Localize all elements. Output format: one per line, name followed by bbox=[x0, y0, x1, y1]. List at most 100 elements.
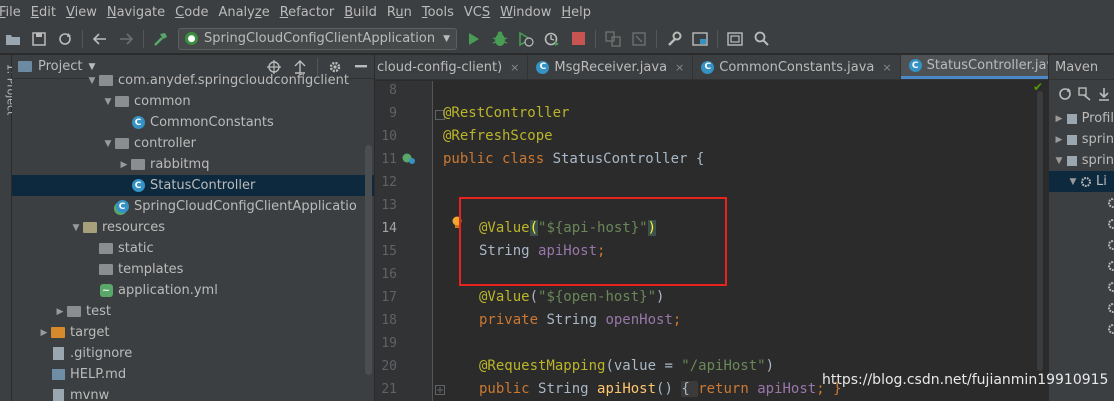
line-number: 9 bbox=[389, 106, 397, 121]
tree-item-icon-wrap bbox=[114, 95, 130, 109]
tree-item-icon-wrap: C bbox=[130, 116, 146, 130]
tree-item[interactable]: ▼ common bbox=[12, 91, 374, 112]
maven-tree-item[interactable] bbox=[1049, 255, 1114, 276]
editor-tab[interactable]: C CommonConstants.java × bbox=[693, 55, 901, 79]
project-panel: Project ▼ ▼ com.anydef.springcloudconfigc… bbox=[12, 55, 374, 401]
fold-icon[interactable] bbox=[435, 384, 445, 399]
tree-item[interactable]: ▼ resources bbox=[12, 217, 374, 238]
close-icon[interactable]: × bbox=[882, 61, 891, 74]
menu-analyze[interactable]: Analyze bbox=[213, 5, 274, 20]
attach-debugger-icon[interactable] bbox=[602, 28, 624, 50]
tree-item[interactable]: .gitignore bbox=[12, 343, 374, 364]
run-icon[interactable] bbox=[463, 28, 485, 50]
menu-vcs[interactable]: VCS bbox=[459, 5, 495, 20]
tree-item[interactable]: ▶ target bbox=[12, 322, 374, 343]
code-editor[interactable]: 8 9 10 11 12 13 14 15 16 17 18 19 20 21 @RestControll… bbox=[375, 81, 1047, 401]
tree-item[interactable]: C CommonConstants bbox=[12, 112, 374, 133]
editor-tab[interactable]: C MsgReceiver.java × bbox=[528, 55, 694, 79]
tree-item[interactable]: C SpringCloudConfigClientApplicatio bbox=[12, 196, 374, 217]
project-structure-icon[interactable] bbox=[689, 28, 711, 50]
tree-item-label: SpringCloudConfigClientApplicatio bbox=[134, 199, 357, 214]
chevron-right-icon[interactable]: ▶ bbox=[1053, 114, 1065, 124]
chevron-right-icon[interactable]: ▶ bbox=[118, 160, 130, 170]
save-icon[interactable] bbox=[28, 28, 50, 50]
editor-scrollbar[interactable] bbox=[1037, 89, 1043, 389]
chevron-down-icon[interactable]: ▼ bbox=[1067, 177, 1079, 187]
tree-item[interactable]: ▶ test bbox=[12, 301, 374, 322]
editor-tab[interactable]: cloud-config-client) × bbox=[375, 55, 529, 79]
build-hammer-icon[interactable] bbox=[150, 28, 172, 50]
wrench-icon[interactable] bbox=[663, 28, 685, 50]
run-configuration-select[interactable]: ● SpringCloudConfigClientApplication ▼ bbox=[178, 27, 457, 50]
sync-icon[interactable] bbox=[54, 28, 76, 50]
chevron-down-icon[interactable]: ▼ bbox=[102, 139, 114, 149]
menu-view[interactable]: View bbox=[61, 5, 102, 20]
chevron-right-icon[interactable]: ▶ bbox=[38, 328, 50, 338]
menu-file[interactable]: File bbox=[0, 5, 26, 20]
menu-tools[interactable]: Tools bbox=[417, 5, 459, 20]
chevron-down-icon[interactable]: ▼ bbox=[1053, 156, 1065, 166]
tree-item[interactable]: ▼ com.anydef.springcloudconfigclient bbox=[12, 70, 374, 91]
editor-scrollbar-thumb[interactable] bbox=[1037, 91, 1043, 371]
maven-tree-item[interactable]: ▼ Li bbox=[1049, 171, 1114, 192]
tree-item[interactable]: static bbox=[12, 238, 374, 259]
debug-icon[interactable] bbox=[489, 28, 511, 50]
close-icon[interactable]: × bbox=[675, 61, 684, 74]
menu-window[interactable]: Window bbox=[495, 5, 556, 20]
menu-edit[interactable]: Edit bbox=[26, 5, 61, 20]
menu-code[interactable]: Code bbox=[170, 5, 213, 20]
reload-icon[interactable] bbox=[1057, 83, 1073, 105]
toolbar-separator bbox=[656, 29, 657, 48]
run-with-coverage-icon[interactable] bbox=[515, 28, 537, 50]
coverage-icon[interactable] bbox=[628, 28, 650, 50]
stop-icon[interactable] bbox=[567, 28, 589, 50]
maven-panel-title[interactable]: Maven bbox=[1049, 55, 1114, 80]
maven-tree-item[interactable] bbox=[1049, 213, 1114, 234]
chevron-down-icon[interactable]: ▼ bbox=[86, 76, 98, 86]
maven-tree-item[interactable]: ▼ sprin bbox=[1049, 150, 1114, 171]
spring-bean-gutter-icon[interactable] bbox=[402, 151, 416, 169]
menu-navigate[interactable]: Navigate bbox=[102, 5, 170, 20]
back-arrow-icon[interactable] bbox=[89, 28, 111, 50]
maven-tree-item[interactable] bbox=[1049, 192, 1114, 213]
open-folder-icon[interactable] bbox=[2, 28, 24, 50]
java-class-icon: C bbox=[908, 59, 922, 72]
tree-item[interactable]: C StatusController bbox=[12, 175, 374, 196]
toolbar-separator bbox=[717, 29, 718, 48]
chevron-down-icon[interactable]: ▼ bbox=[102, 97, 114, 107]
menu-mnemonic: V bbox=[65, 4, 75, 20]
tree-item[interactable]: HELP.md bbox=[12, 364, 374, 385]
inspection-ok-icon[interactable]: ✔ bbox=[1033, 80, 1043, 94]
maven-tree-item[interactable] bbox=[1049, 276, 1114, 297]
close-icon[interactable]: × bbox=[510, 61, 519, 74]
menu-run[interactable]: Run bbox=[382, 5, 417, 20]
profile-icon[interactable] bbox=[541, 28, 563, 50]
maven-tree-item[interactable] bbox=[1049, 234, 1114, 255]
maven-tree-item[interactable] bbox=[1049, 318, 1114, 339]
tree-item[interactable]: mvnw bbox=[12, 385, 374, 401]
file-icon bbox=[52, 347, 64, 360]
tree-item[interactable]: templates bbox=[12, 259, 374, 280]
tree-item[interactable]: ▼ controller bbox=[12, 133, 374, 154]
download-icon[interactable] bbox=[1096, 83, 1112, 105]
tree-item[interactable]: ~ application.yml bbox=[12, 280, 374, 301]
chevron-right-icon[interactable]: ▶ bbox=[54, 307, 66, 317]
tree-item[interactable]: ▶ rabbitmq bbox=[12, 154, 374, 175]
search-icon[interactable] bbox=[750, 28, 772, 50]
menu-help[interactable]: Help bbox=[556, 5, 596, 20]
menu-bar: File Edit View Navigate Code Analyze Refactor B… bbox=[0, 0, 1114, 24]
maven-tree-item[interactable]: ▶ Profil bbox=[1049, 108, 1114, 129]
menu-refactor[interactable]: Refactor bbox=[275, 5, 340, 20]
project-scrollbar[interactable] bbox=[365, 145, 372, 375]
chevron-down-icon[interactable]: ▼ bbox=[70, 223, 82, 233]
presentation-icon[interactable] bbox=[724, 28, 746, 50]
tree-item-icon-wrap: ~ bbox=[98, 284, 114, 298]
menu-build[interactable]: Build bbox=[339, 5, 382, 20]
forward-arrow-icon[interactable] bbox=[115, 28, 137, 50]
chevron-right-icon[interactable]: ▶ bbox=[1053, 135, 1065, 145]
maven-tree-item[interactable]: ▶ sprin bbox=[1049, 129, 1114, 150]
maven-tree-item[interactable] bbox=[1049, 297, 1114, 318]
generate-sources-icon[interactable] bbox=[1077, 83, 1093, 105]
java-class-icon: C bbox=[701, 60, 715, 74]
gear-icon bbox=[1107, 280, 1114, 294]
